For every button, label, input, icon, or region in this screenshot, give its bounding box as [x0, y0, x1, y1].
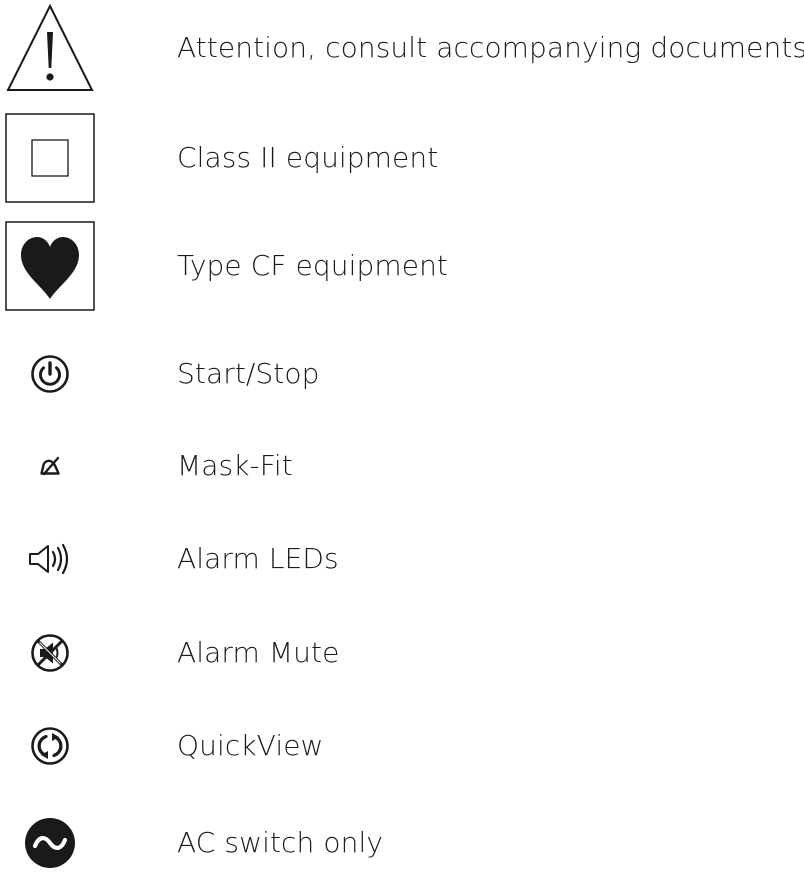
symbol-legend: Attention, consult accompanying document… — [0, 0, 804, 868]
legend-row-alarm-leds: Alarm LEDs — [0, 514, 804, 604]
legend-row-alarm-mute: Alarm Mute — [0, 608, 804, 698]
legend-label: Alarm LEDs — [177, 542, 339, 575]
legend-label: Alarm Mute — [177, 636, 340, 669]
legend-label: Class II equipment — [177, 141, 439, 174]
quickview-icon — [0, 701, 100, 791]
legend-label: AC switch only — [177, 826, 384, 859]
mute-icon — [0, 608, 100, 698]
speaker-icon — [0, 514, 100, 604]
heart-icon — [0, 221, 100, 311]
legend-row-quickview: QuickView — [0, 701, 804, 791]
legend-label: Start/Stop — [177, 357, 320, 390]
legend-row-attention: Attention, consult accompanying document… — [0, 3, 804, 93]
legend-row-start-stop: Start/Stop — [0, 329, 804, 419]
legend-row-mask-fit: Mask-Fit — [0, 421, 804, 511]
legend-row-type-cf: Type CF equipment — [0, 221, 804, 311]
legend-label: QuickView — [177, 729, 324, 762]
warning-triangle-icon — [0, 3, 100, 93]
legend-row-ac-switch: AC switch only — [0, 798, 804, 888]
power-icon — [0, 329, 100, 419]
double-square-icon — [0, 113, 100, 203]
legend-label: Mask-Fit — [177, 449, 293, 482]
legend-label: Type CF equipment — [177, 249, 448, 282]
ac-switch-icon — [0, 798, 100, 888]
mask-fit-icon — [0, 421, 100, 511]
legend-row-class-ii: Class II equipment — [0, 113, 804, 203]
legend-label: Attention, consult accompanying document… — [177, 31, 804, 64]
